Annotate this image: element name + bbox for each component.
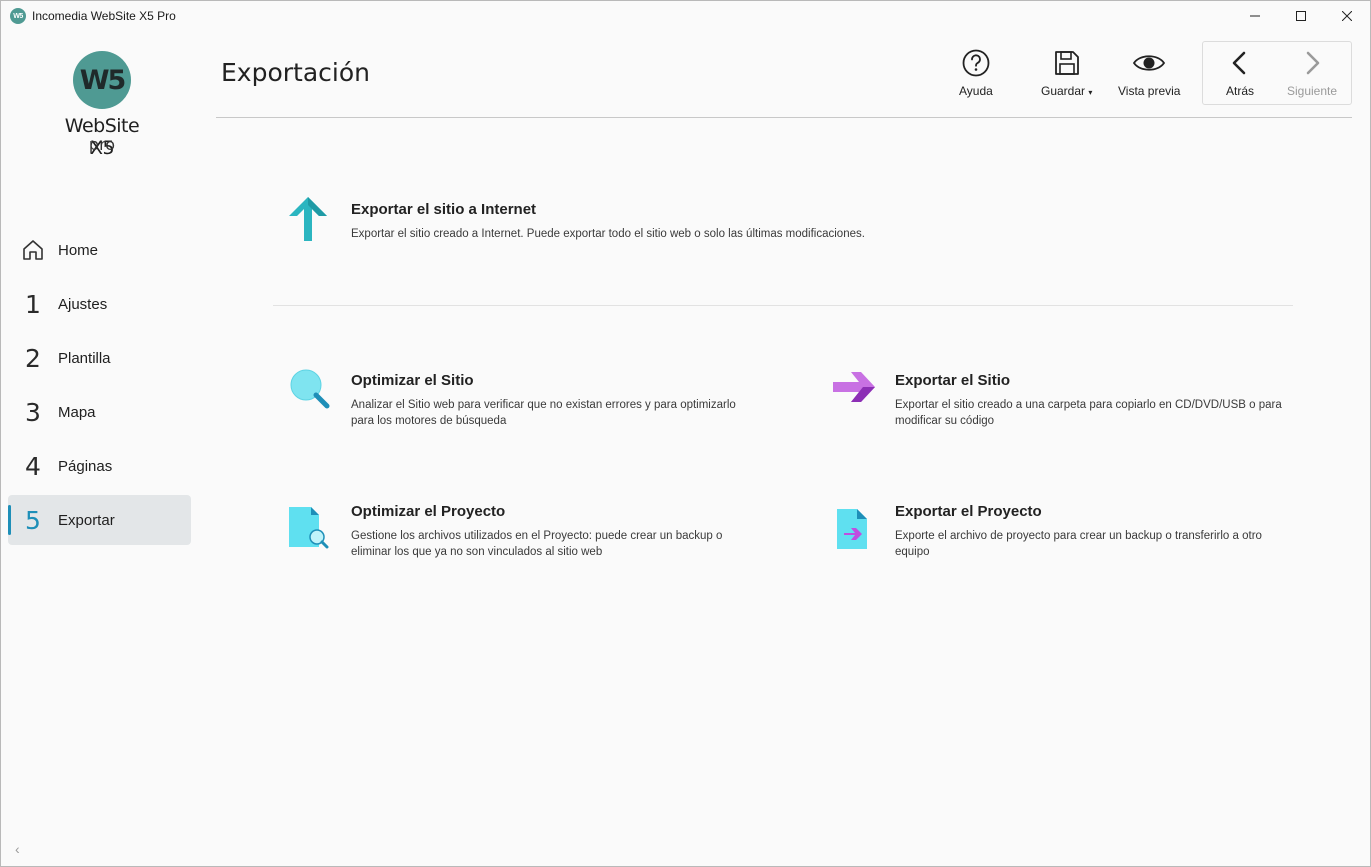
upload-arrow-icon — [289, 197, 339, 247]
document-search-icon — [289, 499, 339, 549]
step-number: 2 — [25, 343, 41, 373]
page-title: Exportación — [221, 58, 370, 87]
save-button[interactable]: Guardar ▾ — [1041, 48, 1092, 98]
step-number: 3 — [25, 397, 41, 427]
option-description: Gestione los archivos utilizados en el P… — [351, 530, 723, 558]
sidebar-item-label: Home — [58, 241, 99, 259]
next-button[interactable]: Siguiente — [1287, 48, 1337, 98]
sidebar-item-label: Mapa — [58, 403, 96, 421]
option-description: Exporte el archivo de proyecto para crea… — [895, 530, 1262, 558]
next-label: Siguiente — [1287, 84, 1338, 98]
option-title: Optimizar el Proyecto — [351, 503, 506, 520]
sidebar-item-mapa[interactable]: 3 Mapa — [8, 387, 191, 437]
option-title: Exportar el Proyecto — [895, 503, 1042, 520]
minimize-button[interactable] — [1232, 1, 1278, 31]
app-logo: W5 WebSite X5 pro — [51, 51, 153, 161]
back-button[interactable]: Atrás — [1225, 48, 1255, 98]
header-divider — [216, 117, 1352, 118]
eye-icon — [1133, 55, 1166, 71]
document-export-icon — [833, 499, 883, 549]
chevron-right-icon — [1306, 51, 1320, 75]
preview-button[interactable]: Vista previa — [1118, 48, 1180, 98]
content-divider — [273, 305, 1293, 306]
magnifier-icon — [289, 368, 339, 418]
logo-edition: pro — [88, 135, 116, 154]
maximize-button[interactable] — [1278, 1, 1324, 31]
sidebar-item-label: Plantilla — [58, 349, 111, 367]
arrow-right-icon — [833, 368, 883, 418]
sidebar: W5 WebSite X5 pro Home 1 Ajustes 2 Plant… — [1, 31, 201, 866]
sidebar-item-ajustes[interactable]: 1 Ajustes — [8, 279, 191, 329]
chevron-left-icon — [1232, 51, 1246, 75]
option-title: Exportar el sitio a Internet — [351, 201, 537, 218]
option-title: Optimizar el Sitio — [351, 372, 474, 389]
step-number: 1 — [25, 289, 41, 319]
chevron-down-icon: ▾ — [1088, 88, 1093, 97]
sidebar-item-home[interactable]: Home — [8, 225, 191, 275]
back-label: Atrás — [1225, 84, 1254, 98]
home-icon — [8, 238, 58, 262]
option-description: Analizar el Sitio web para verificar que… — [351, 399, 736, 427]
optimize-site-option[interactable]: Optimizar el Sitio Analizar el Sitio web… — [289, 368, 749, 430]
help-icon — [962, 49, 990, 77]
help-button[interactable]: Ayuda — [959, 48, 993, 98]
preview-label: Vista previa — [1118, 84, 1181, 98]
option-description: Exportar el sitio creado a Internet. Pue… — [351, 228, 865, 240]
window-title: Incomedia WebSite X5 Pro — [32, 9, 176, 23]
sidebar-item-label: Ajustes — [58, 295, 108, 313]
sidebar-item-label: Exportar — [58, 511, 115, 529]
step-navigation: Home 1 Ajustes 2 Plantilla 3 Mapa 4 Pági… — [8, 225, 191, 549]
title-bar: W5 Incomedia WebSite X5 Pro — [1, 1, 1370, 31]
save-label: Guardar ▾ — [1041, 84, 1093, 98]
app-icon: W5 — [10, 8, 26, 24]
maximize-icon — [1296, 11, 1306, 21]
sidebar-item-exportar[interactable]: 5 Exportar — [8, 495, 191, 545]
export-site-option[interactable]: Exportar el Sitio Exportar el sitio crea… — [833, 368, 1293, 430]
sidebar-item-label: Páginas — [58, 457, 113, 475]
option-description: Exportar el sitio creado a una carpeta p… — [895, 399, 1282, 427]
logo-mark: W5 — [73, 51, 131, 109]
option-title: Exportar el Sitio — [895, 372, 1011, 389]
export-internet-option[interactable]: Exportar el sitio a Internet Exportar el… — [289, 197, 989, 247]
window-controls — [1232, 1, 1370, 31]
help-label: Ayuda — [959, 84, 993, 98]
step-number: 4 — [25, 451, 41, 481]
sidebar-item-paginas[interactable]: 4 Páginas — [8, 441, 191, 491]
export-project-option[interactable]: Exportar el Proyecto Exporte el archivo … — [833, 499, 1293, 561]
collapse-sidebar-button[interactable]: ‹ — [15, 841, 20, 857]
optimize-project-option[interactable]: Optimizar el Proyecto Gestione los archi… — [289, 499, 749, 561]
save-icon — [1054, 51, 1079, 75]
minimize-icon — [1250, 15, 1260, 17]
sidebar-item-plantilla[interactable]: 2 Plantilla — [8, 333, 191, 383]
step-number: 5 — [25, 505, 41, 535]
close-icon — [1342, 11, 1352, 21]
close-button[interactable] — [1324, 1, 1370, 31]
